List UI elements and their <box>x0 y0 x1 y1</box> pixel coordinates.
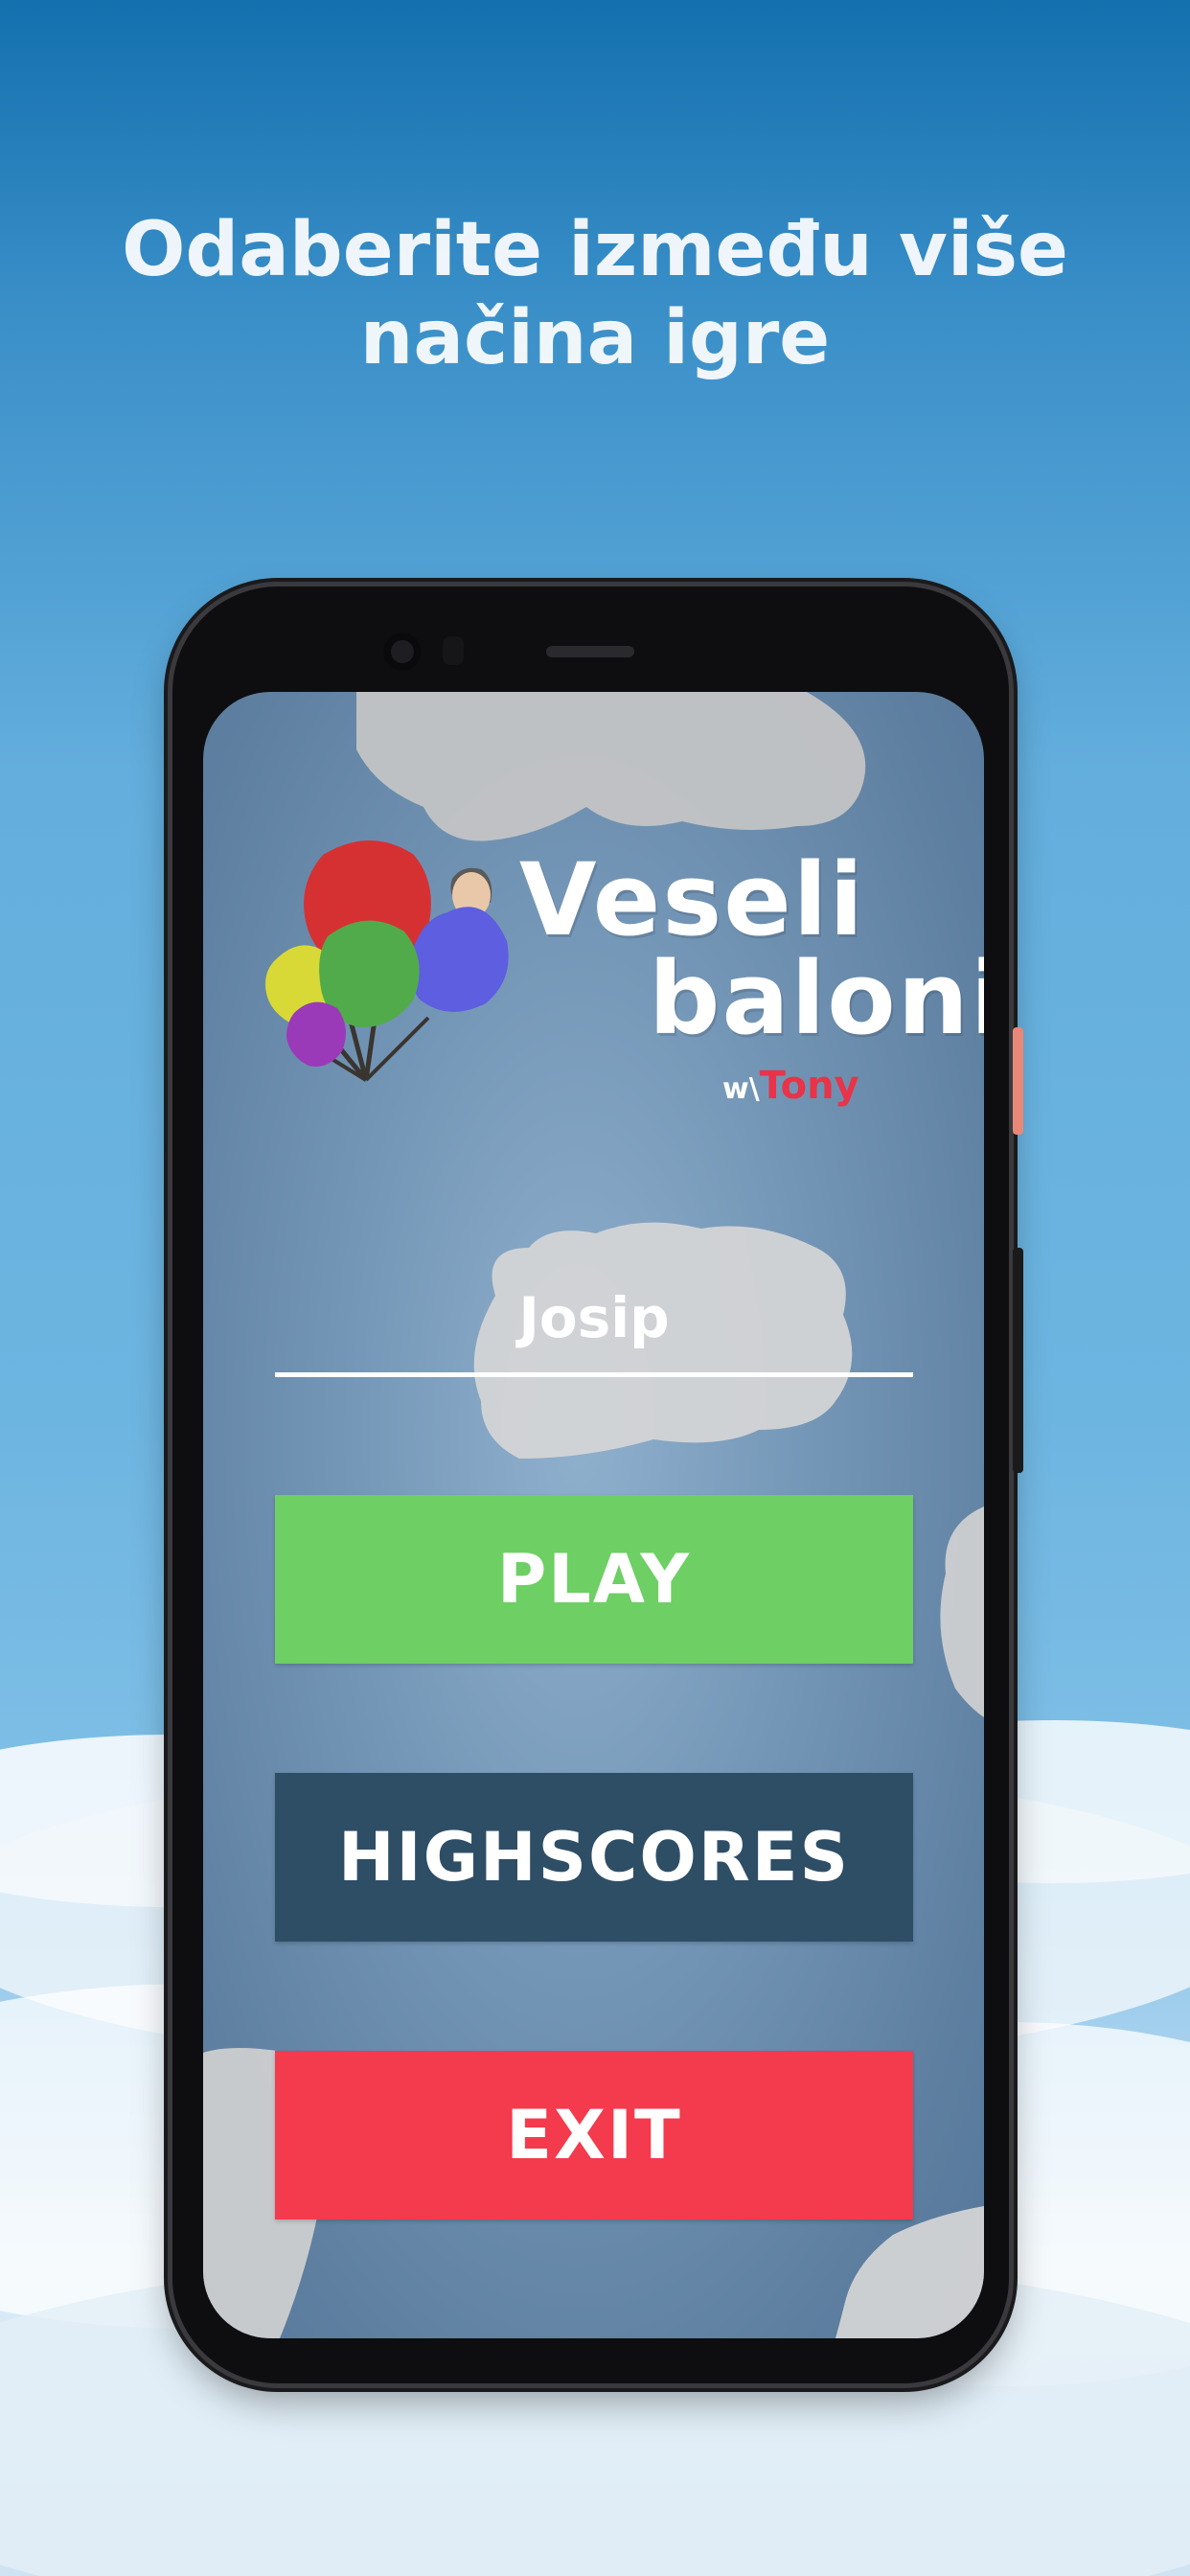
logo-subtitle: w\Tony <box>722 1064 859 1108</box>
play-button[interactable]: PLAY <box>275 1495 913 1664</box>
balloons-with-face-icon <box>265 840 509 1082</box>
front-camera-icon <box>383 632 422 671</box>
earpiece-speaker <box>546 646 634 657</box>
logo-title-line1: Veseli <box>519 841 866 958</box>
sensor-icon <box>443 636 464 665</box>
exit-button[interactable]: EXIT <box>275 2051 913 2220</box>
promo-title: Odaberite između više načina igre <box>122 207 1068 381</box>
phone-side-button <box>1013 1027 1023 1135</box>
phone-power-button <box>1013 1248 1023 1473</box>
app-screen: Veseli baloni w\Tony PLAY HIGHSCORES EXI… <box>203 692 984 2338</box>
phone-frame: Veseli baloni w\Tony PLAY HIGHSCORES EXI… <box>172 586 1023 2383</box>
player-name-input[interactable] <box>275 1262 913 1377</box>
highscores-button[interactable]: HIGHSCORES <box>275 1773 913 1942</box>
logo-subtitle-prefix: w\ <box>722 1072 760 1106</box>
logo-title-line2: baloni <box>649 940 984 1057</box>
logo-subtitle-name: Tony <box>759 1064 859 1108</box>
